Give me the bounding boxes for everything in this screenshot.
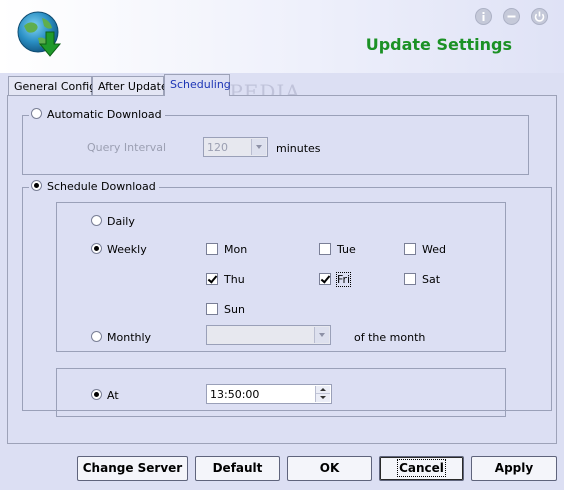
power-icon[interactable] [531,8,548,25]
monthly-label: Monthly [107,331,152,344]
ok-label: OK [319,461,340,475]
chevron-down-icon[interactable] [251,139,266,155]
query-interval-label: Query Interval [87,141,167,154]
day-mon[interactable]: Mon [206,243,247,256]
header-bar: Update Settings [0,0,564,73]
of-the-month-label: of the month [354,331,426,344]
day-fri[interactable]: Fri [319,272,352,287]
month-day-select[interactable] [206,325,331,345]
schedule-download-group: Schedule Download Daily Weekly Mon Tue W… [22,180,552,417]
day-thu[interactable]: Thu [206,273,245,286]
sat-label: Sat [422,273,441,286]
schedule-download-label: Schedule Download [47,180,156,193]
thu-label: Thu [224,273,245,286]
apply-label: Apply [494,461,534,475]
weekly-option[interactable]: Weekly [91,243,147,256]
day-sun[interactable]: Sun [206,303,245,316]
apply-button[interactable]: Apply [471,456,557,481]
wed-checkbox[interactable] [404,243,416,255]
change-server-button[interactable]: Change Server [77,456,188,481]
automatic-download-radio[interactable] [31,108,42,119]
day-sat[interactable]: Sat [404,273,440,286]
automatic-download-group: Automatic Download Query Interval 120 mi… [22,108,529,175]
automatic-download-label: Automatic Download [47,108,162,121]
query-interval-value: 120 [207,141,228,154]
info-icon[interactable] [475,8,492,25]
wed-label: Wed [422,243,446,256]
chevron-down-icon[interactable] [314,327,329,343]
default-button[interactable]: Default [195,456,280,481]
sun-checkbox[interactable] [206,303,218,315]
minutes-label: minutes [276,142,321,155]
tab-general-config[interactable]: General Config [8,76,96,95]
sat-checkbox[interactable] [404,273,416,285]
at-label: At [107,389,119,402]
default-label: Default [212,461,263,475]
monthly-option[interactable]: Monthly [91,331,151,344]
monthly-radio[interactable] [91,331,102,342]
ok-button[interactable]: OK [287,456,372,481]
frequency-box: Daily Weekly Mon Tue Wed Thu Fri Sat Sun… [56,202,506,352]
weekly-radio[interactable] [91,243,102,254]
daily-radio[interactable] [91,215,102,226]
minimize-icon[interactable] [503,8,520,25]
daily-option[interactable]: Daily [91,215,135,228]
change-server-label: Change Server [82,461,183,475]
time-box: At 13:50:00 [56,368,506,417]
at-radio[interactable] [91,389,102,400]
globe-download-icon [17,11,62,57]
schedule-download-radio[interactable] [31,180,42,191]
fri-label: Fri [335,272,352,287]
schedule-download-option[interactable]: Schedule Download [29,180,159,193]
daily-label: Daily [107,215,135,228]
day-tue[interactable]: Tue [319,243,356,256]
day-wed[interactable]: Wed [404,243,446,256]
weekly-label: Weekly [107,243,147,256]
tue-label: Tue [337,243,356,256]
spin-down-icon[interactable] [316,394,330,402]
sun-label: Sun [224,303,245,316]
fri-checkbox[interactable] [319,273,331,285]
tue-checkbox[interactable] [319,243,331,255]
time-value: 13:50:00 [210,388,260,401]
query-interval-select[interactable]: 120 [203,137,268,157]
mon-label: Mon [224,243,248,256]
time-spinner[interactable]: 13:50:00 [206,384,332,404]
cancel-label: Cancel [397,459,446,477]
spinner-buttons [315,386,330,402]
tab-after-update[interactable]: After Update [92,76,168,95]
scheduling-panel: Automatic Download Query Interval 120 mi… [7,95,557,444]
mon-checkbox[interactable] [206,243,218,255]
automatic-download-option[interactable]: Automatic Download [29,108,165,121]
tab-scheduling[interactable]: Scheduling [164,74,231,96]
thu-checkbox[interactable] [206,273,218,285]
cancel-button[interactable]: Cancel [379,456,464,481]
spin-up-icon[interactable] [316,386,330,394]
at-option[interactable]: At [91,389,119,402]
page-title: Update Settings [365,35,512,54]
